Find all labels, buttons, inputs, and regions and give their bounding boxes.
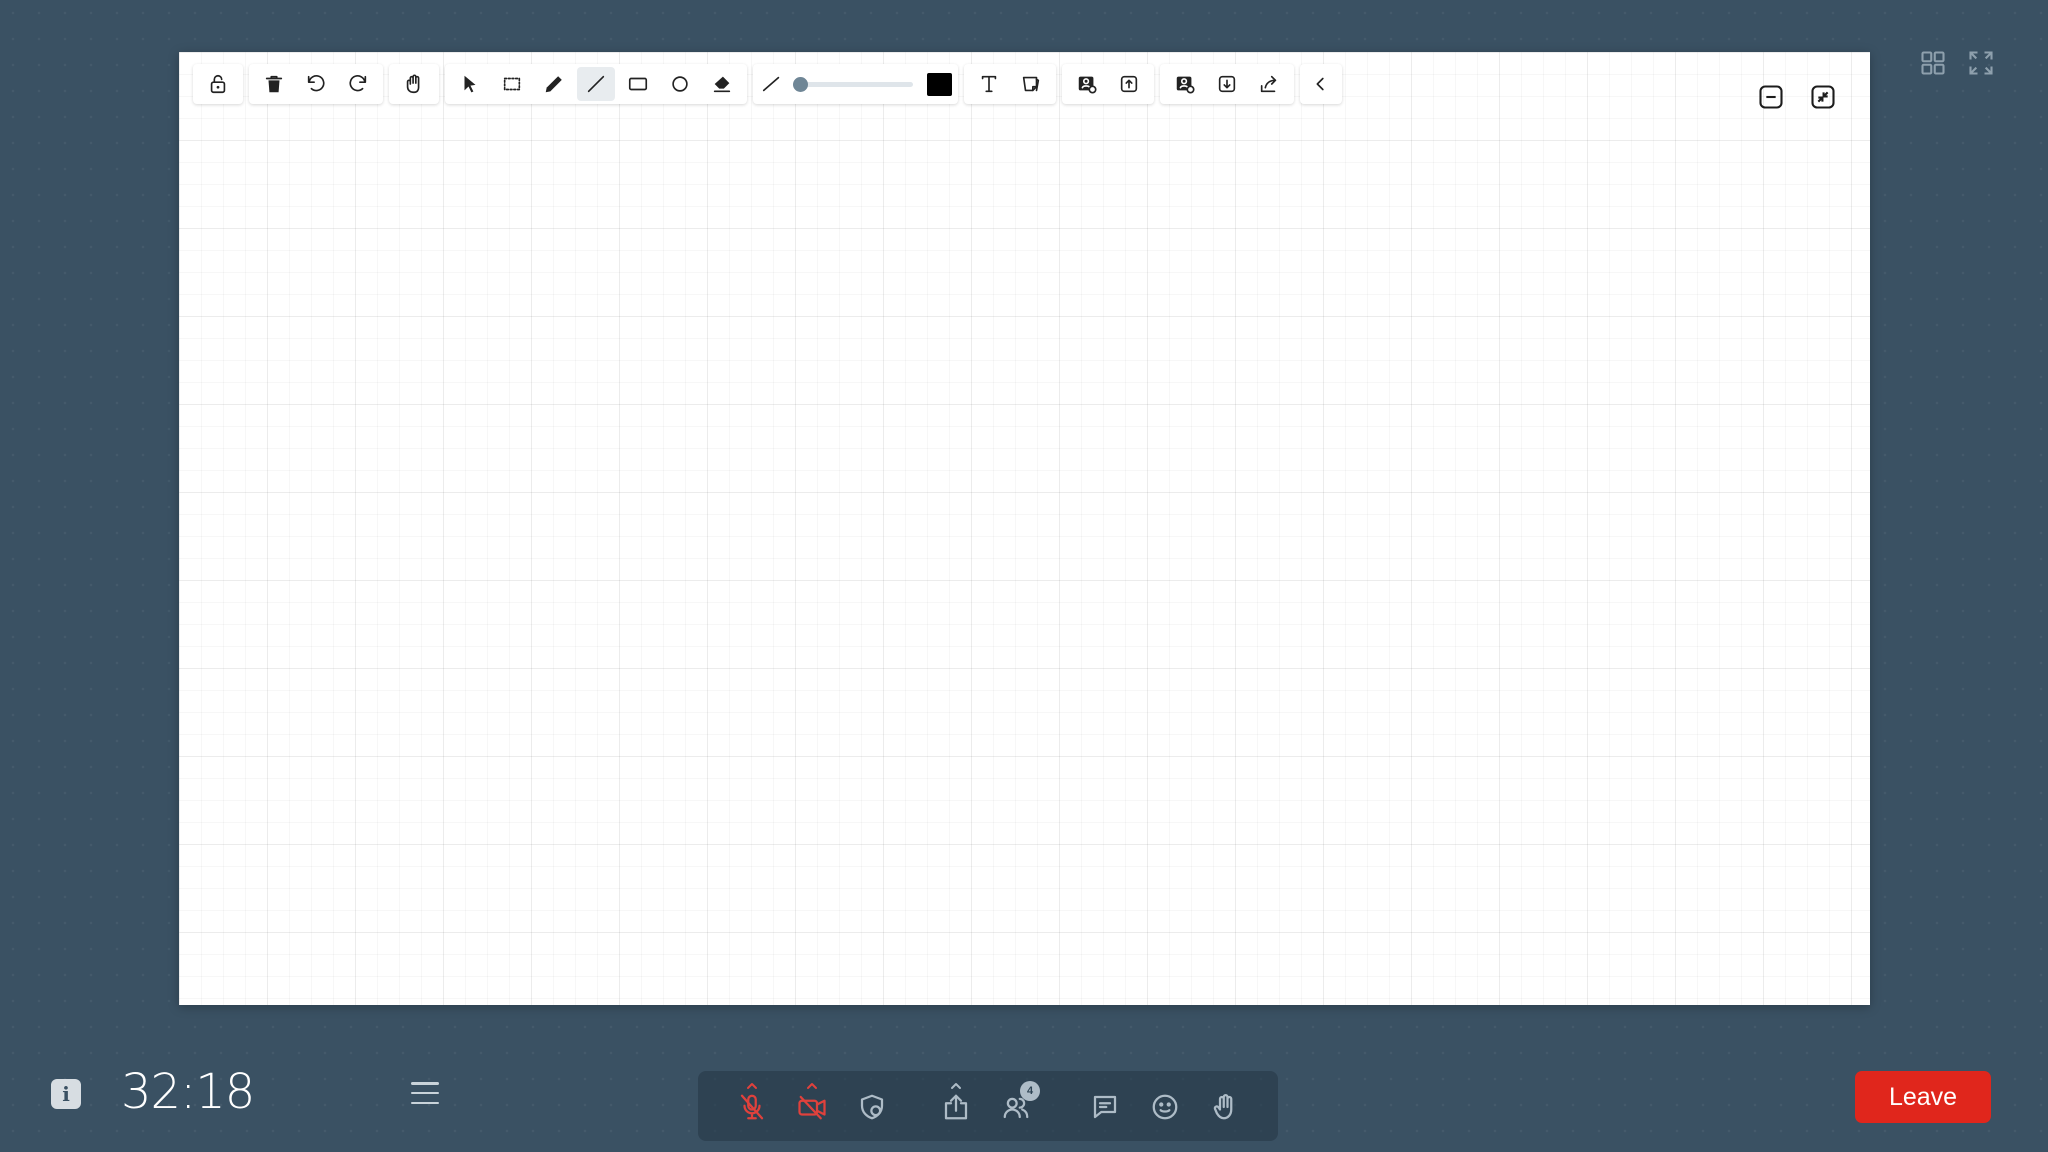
pencil-icon <box>545 76 562 93</box>
meeting-timer: 32:18 <box>121 1064 255 1120</box>
microphone-off-icon <box>740 1094 764 1120</box>
exit-fullscreen-icon <box>1811 85 1835 109</box>
pencil-tool-button[interactable] <box>535 67 573 101</box>
camera-button[interactable] <box>792 1083 832 1127</box>
meeting-info-button[interactable]: i <box>51 1079 81 1109</box>
participants-button[interactable]: 4 <box>996 1081 1040 1127</box>
reactions-button[interactable] <box>1145 1087 1185 1127</box>
exit-fullscreen-board-button[interactable] <box>1808 82 1838 112</box>
stroke-style-button[interactable] <box>759 67 785 101</box>
save-image-button[interactable] <box>1068 67 1106 101</box>
eraser-icon <box>713 76 731 93</box>
share-button[interactable] <box>1250 67 1288 101</box>
slider-knob[interactable] <box>793 77 808 92</box>
grid-icon <box>1921 51 1945 75</box>
whiteboard-toolbar <box>193 64 1342 104</box>
lock-icon <box>210 74 226 94</box>
toolbar-group-pan <box>389 64 439 104</box>
toolbar-group-text <box>964 64 1056 104</box>
minimize-icon <box>1759 85 1783 109</box>
redo-button[interactable] <box>339 67 377 101</box>
minimize-board-button[interactable] <box>1756 82 1786 112</box>
camera-off-icon <box>798 1095 826 1120</box>
chat-icon <box>1093 1095 1117 1119</box>
share-screen-icon <box>944 1094 968 1120</box>
load-image-button[interactable] <box>1166 67 1204 101</box>
rectangle-tool-button[interactable] <box>619 67 657 101</box>
menu-line <box>411 1091 439 1095</box>
text-icon <box>981 75 997 93</box>
circle-tool-button[interactable] <box>661 67 699 101</box>
select-box-icon <box>503 77 521 91</box>
toolbar-group-export <box>1062 64 1154 104</box>
eraser-tool-button[interactable] <box>703 67 741 101</box>
share-screen-button[interactable] <box>936 1083 976 1127</box>
undo-button[interactable] <box>297 67 335 101</box>
stroke-width-slider[interactable] <box>793 73 913 95</box>
line-icon <box>587 75 605 93</box>
leave-button[interactable]: Leave <box>1855 1071 1991 1123</box>
call-controls-bar: 4 <box>698 1071 1278 1141</box>
chevron-up-icon <box>747 1083 757 1089</box>
toolbar-group-draw <box>445 64 747 104</box>
load-image-icon <box>1176 76 1195 94</box>
toolbar-group-file <box>1160 64 1294 104</box>
sticky-note-icon <box>1022 76 1040 92</box>
trash-icon <box>265 75 283 93</box>
pointer-icon <box>464 75 476 93</box>
stroke-color-swatch[interactable] <box>927 72 952 96</box>
menu-icon <box>411 1082 439 1085</box>
circle-icon <box>672 76 688 92</box>
grid-view-button[interactable] <box>1918 48 1948 78</box>
view-controls <box>1918 48 1996 78</box>
background-effects-icon <box>860 1094 884 1120</box>
text-tool-button[interactable] <box>970 67 1008 101</box>
toolbar-group-lock <box>193 64 243 104</box>
fullscreen-icon <box>1969 51 1993 75</box>
raise-hand-icon <box>1213 1094 1233 1120</box>
raise-hand-button[interactable] <box>1205 1087 1245 1127</box>
line-tool-button[interactable] <box>577 67 615 101</box>
redo-icon <box>349 75 367 92</box>
delete-button[interactable] <box>255 67 293 101</box>
rectangle-icon <box>628 77 648 91</box>
emoji-icon <box>1152 1094 1178 1120</box>
toolbar-group-collapse <box>1300 64 1342 104</box>
sticky-note-button[interactable] <box>1012 67 1050 101</box>
upload-icon <box>1120 75 1138 93</box>
slider-track <box>793 82 913 87</box>
participants-count-badge: 4 <box>1020 1081 1040 1101</box>
lock-button[interactable] <box>199 67 237 101</box>
background-effects-button[interactable] <box>852 1087 892 1127</box>
hand-icon <box>406 74 420 94</box>
upload-button[interactable] <box>1110 67 1148 101</box>
chevron-up-icon <box>951 1083 961 1089</box>
select-tool-button[interactable] <box>493 67 531 101</box>
save-image-icon <box>1078 76 1097 94</box>
camera-options-caret[interactable] <box>804 1079 820 1091</box>
download-button[interactable] <box>1208 67 1246 101</box>
chevron-up-icon <box>807 1083 817 1089</box>
pointer-tool-button[interactable] <box>451 67 489 101</box>
toolbar-group-history <box>249 64 383 104</box>
download-icon <box>1218 75 1236 93</box>
microphone-button[interactable] <box>732 1083 772 1127</box>
fullscreen-button[interactable] <box>1966 48 1996 78</box>
microphone-options-caret[interactable] <box>744 1079 760 1091</box>
pan-tool-button[interactable] <box>395 67 433 101</box>
collapse-icon <box>1316 77 1324 91</box>
whiteboard-canvas[interactable] <box>179 52 1870 1005</box>
menu-line <box>411 1101 439 1104</box>
undo-icon <box>307 75 325 92</box>
toolbar-group-stroke <box>753 64 958 104</box>
share-icon <box>1260 75 1277 93</box>
collapse-toolbar-button[interactable] <box>1306 67 1336 101</box>
stroke-width-icon <box>762 76 780 92</box>
chat-button[interactable] <box>1085 1087 1125 1127</box>
share-options-caret[interactable] <box>948 1079 964 1091</box>
menu-button[interactable] <box>409 1078 441 1108</box>
board-controls <box>1756 82 1838 112</box>
